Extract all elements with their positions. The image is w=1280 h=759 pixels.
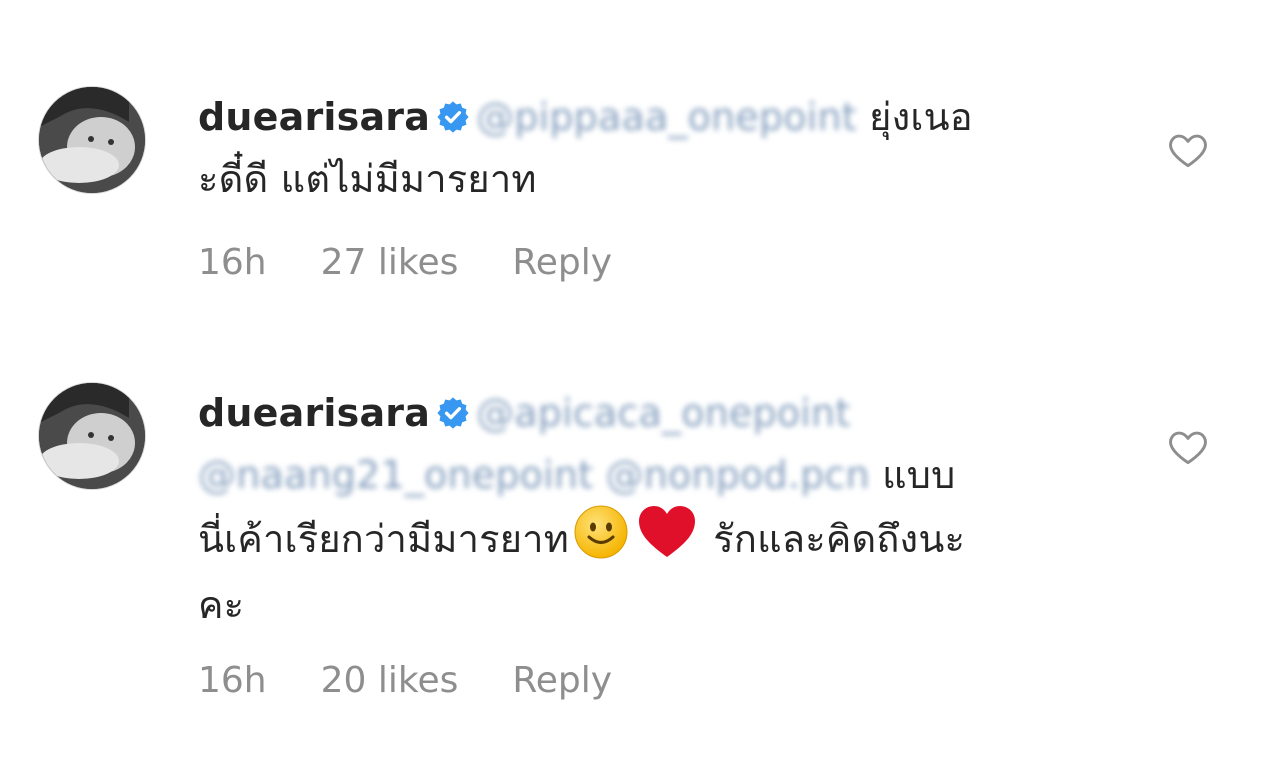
mention-link[interactable]: @pippaaa_onepoint	[476, 95, 857, 139]
comment-body: duearisara @apicaca_onepoint @naang21_one…	[198, 384, 1098, 634]
comment-meta: 16h 27 likes Reply	[198, 242, 666, 283]
smiling-face-emoji	[573, 504, 629, 576]
avatar[interactable]	[38, 382, 146, 490]
timestamp: 16h	[198, 242, 267, 283]
mention-link[interactable]: @naang21_onepoint @nonpod.pcn	[198, 453, 870, 497]
comment-meta: 16h 20 likes Reply	[198, 660, 666, 701]
comment-text: ยุ่งเนอ	[869, 95, 973, 139]
reply-button[interactable]: Reply	[512, 660, 612, 701]
likes-count[interactable]: 27 likes	[321, 242, 459, 283]
comment-text: ะดี๋ดี แต่ไม่มีมารยาท	[198, 157, 537, 201]
comment-text: รักและคิดถึงนะ	[713, 517, 966, 561]
comment-text: คะ	[198, 583, 245, 627]
username[interactable]: duearisara	[198, 391, 430, 435]
heart-outline-icon[interactable]	[1166, 128, 1210, 172]
username[interactable]: duearisara	[198, 95, 430, 139]
likes-count[interactable]: 20 likes	[321, 660, 459, 701]
verified-badge-icon	[436, 388, 470, 446]
comment-body: duearisara @pippaaa_onepoint ยุ่งเนอ ะดี๋…	[198, 88, 1098, 208]
red-heart-emoji	[637, 504, 697, 576]
heart-outline-icon[interactable]	[1166, 425, 1210, 469]
comment-text: นี่เค้าเรียกว่ามีมารยาท	[198, 517, 569, 561]
comment-text: แบบ	[882, 453, 956, 497]
reply-button[interactable]: Reply	[512, 242, 612, 283]
mention-link[interactable]: @apicaca_onepoint	[476, 391, 850, 435]
avatar[interactable]	[38, 86, 146, 194]
timestamp: 16h	[198, 660, 267, 701]
verified-badge-icon	[436, 92, 470, 150]
